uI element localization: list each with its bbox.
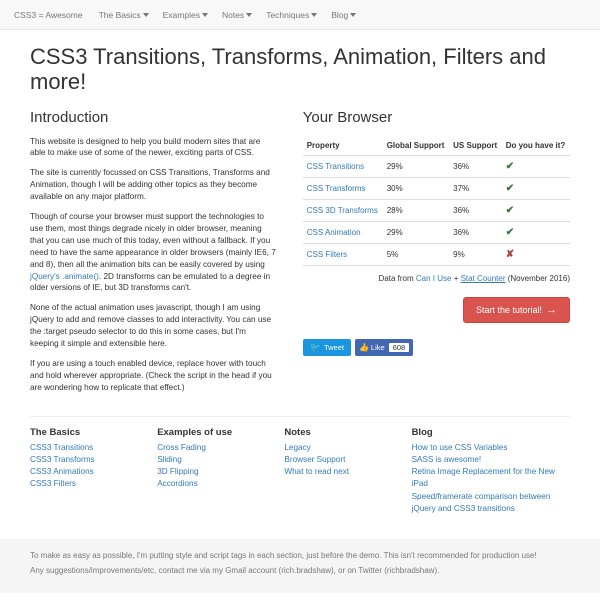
jquery-animate-link[interactable]: jQuery's .animate() bbox=[30, 272, 99, 281]
twitter-icon: 🐦 bbox=[310, 342, 321, 353]
global-cell: 5% bbox=[383, 243, 449, 265]
check-icon: ✔ bbox=[506, 183, 514, 194]
property-link[interactable]: CSS Filters bbox=[307, 250, 347, 259]
check-icon: ✔ bbox=[506, 227, 514, 238]
footer-examples: Examples of use Cross Fading Sliding 3D … bbox=[157, 427, 270, 516]
x-icon: ✘ bbox=[506, 249, 514, 260]
nav-notes[interactable]: Notes bbox=[222, 10, 252, 20]
intro-p2: The site is currently focussed on CSS Tr… bbox=[30, 167, 277, 203]
have-cell: ✔ bbox=[502, 221, 570, 243]
table-row: CSS Filters 5%9% ✘ bbox=[303, 243, 570, 265]
footer-examples-heading: Examples of use bbox=[157, 427, 270, 438]
us-cell: 36% bbox=[449, 155, 502, 177]
bottom-p2: Any suggestions/improvements/etc, contac… bbox=[30, 566, 570, 575]
th-have: Do you have it? bbox=[502, 136, 570, 156]
chevron-down-icon bbox=[246, 13, 252, 17]
caniuse-link[interactable]: Can I Use bbox=[416, 274, 452, 283]
us-cell: 37% bbox=[449, 177, 502, 199]
nav-techniques[interactable]: Techniques bbox=[266, 10, 317, 20]
intro-p4: None of the actual animation uses javasc… bbox=[30, 302, 277, 350]
support-table: Property Global Support US Support Do yo… bbox=[303, 136, 570, 266]
global-cell: 29% bbox=[383, 155, 449, 177]
link-sliding[interactable]: Sliding bbox=[157, 455, 182, 464]
link-transforms[interactable]: CSS3 Transforms bbox=[30, 455, 95, 464]
intro-p3: Though of course your browser must suppo… bbox=[30, 211, 277, 294]
global-cell: 30% bbox=[383, 177, 449, 199]
link-transitions[interactable]: CSS3 Transitions bbox=[30, 443, 93, 452]
link-accordions[interactable]: Accordions bbox=[157, 479, 198, 488]
check-icon: ✔ bbox=[506, 205, 514, 216]
have-cell: ✔ bbox=[502, 199, 570, 221]
us-cell: 9% bbox=[449, 243, 502, 265]
th-property: Property bbox=[303, 136, 383, 156]
global-cell: 29% bbox=[383, 221, 449, 243]
property-link[interactable]: CSS Animation bbox=[307, 228, 361, 237]
th-us: US Support bbox=[449, 136, 502, 156]
intro-p5: If you are using a touch enabled device,… bbox=[30, 358, 277, 394]
footer-blog-heading: Blog bbox=[412, 427, 570, 438]
property-link[interactable]: CSS Transforms bbox=[307, 184, 366, 193]
navbar: CSS3 = Awesome The Basics Examples Notes… bbox=[0, 0, 600, 30]
footer-basics-heading: The Basics bbox=[30, 427, 143, 438]
link-legacy[interactable]: Legacy bbox=[284, 443, 310, 452]
table-row: CSS Animation 29%36% ✔ bbox=[303, 221, 570, 243]
chevron-down-icon bbox=[143, 13, 149, 17]
link-animations[interactable]: CSS3 Animations bbox=[30, 467, 94, 476]
intro-heading: Introduction bbox=[30, 109, 277, 126]
chevron-down-icon bbox=[311, 13, 317, 17]
fb-like-count: 608 bbox=[389, 343, 410, 352]
link-speed[interactable]: Speed/framerate comparison between jQuer… bbox=[412, 492, 551, 513]
footer-blog: Blog How to use CSS Variables SASS is aw… bbox=[412, 427, 570, 516]
footer-notes: Notes Legacy Browser Support What to rea… bbox=[284, 427, 397, 516]
link-browsersupport[interactable]: Browser Support bbox=[284, 455, 345, 464]
table-row: CSS Transitions 29%36% ✔ bbox=[303, 155, 570, 177]
check-icon: ✔ bbox=[506, 161, 514, 172]
us-cell: 36% bbox=[449, 199, 502, 221]
have-cell: ✘ bbox=[502, 243, 570, 265]
link-retina[interactable]: Retina Image Replacement for the New iPa… bbox=[412, 467, 555, 488]
divider bbox=[30, 416, 570, 417]
link-3dflip[interactable]: 3D Flipping bbox=[157, 467, 198, 476]
link-filters[interactable]: CSS3 Filters bbox=[30, 479, 76, 488]
table-row: CSS 3D Transforms 28%36% ✔ bbox=[303, 199, 570, 221]
footer-notes-heading: Notes bbox=[284, 427, 397, 438]
intro-p1: This website is designed to help you bui… bbox=[30, 136, 277, 160]
property-link[interactable]: CSS 3D Transforms bbox=[307, 206, 378, 215]
link-sass[interactable]: SASS is awesome! bbox=[412, 455, 482, 464]
nav-blog[interactable]: Blog bbox=[331, 10, 356, 20]
fb-like-button[interactable]: 👍Like608 bbox=[355, 339, 413, 356]
chevron-down-icon bbox=[202, 13, 208, 17]
browser-column: Your Browser Property Global Support US … bbox=[303, 109, 570, 402]
nav-basics[interactable]: The Basics bbox=[99, 10, 149, 20]
data-source: Data from Can I Use + Stat Counter (Nove… bbox=[303, 274, 570, 283]
bottom-note: To make as easy as possible, I'm putting… bbox=[0, 539, 600, 593]
global-cell: 28% bbox=[383, 199, 449, 221]
start-tutorial-button[interactable]: Start the tutorial!→ bbox=[463, 297, 570, 323]
chevron-down-icon bbox=[350, 13, 356, 17]
us-cell: 36% bbox=[449, 221, 502, 243]
nav-examples[interactable]: Examples bbox=[163, 10, 208, 20]
link-crossfading[interactable]: Cross Fading bbox=[157, 443, 206, 452]
have-cell: ✔ bbox=[502, 177, 570, 199]
footer-links: The Basics CSS3 Transitions CSS3 Transfo… bbox=[30, 427, 570, 516]
statcounter-link[interactable]: Stat Counter bbox=[461, 274, 506, 283]
link-readnext[interactable]: What to read next bbox=[284, 467, 349, 476]
brand[interactable]: CSS3 = Awesome bbox=[14, 10, 83, 20]
tweet-button[interactable]: 🐦Tweet bbox=[303, 339, 351, 356]
thumb-up-icon: 👍 bbox=[359, 343, 369, 352]
have-cell: ✔ bbox=[502, 155, 570, 177]
table-row: CSS Transforms 30%37% ✔ bbox=[303, 177, 570, 199]
footer-basics: The Basics CSS3 Transitions CSS3 Transfo… bbox=[30, 427, 143, 516]
intro-column: Introduction This website is designed to… bbox=[30, 109, 277, 402]
social-buttons: 🐦Tweet 👍Like608 bbox=[303, 339, 570, 356]
bottom-p1: To make as easy as possible, I'm putting… bbox=[30, 551, 570, 560]
nav-items: The Basics Examples Notes Techniques Blo… bbox=[99, 10, 357, 20]
th-global: Global Support bbox=[383, 136, 449, 156]
page-title: CSS3 Transitions, Transforms, Animation,… bbox=[30, 44, 570, 95]
link-cssvars[interactable]: How to use CSS Variables bbox=[412, 443, 508, 452]
browser-heading: Your Browser bbox=[303, 109, 570, 126]
property-link[interactable]: CSS Transitions bbox=[307, 162, 364, 171]
